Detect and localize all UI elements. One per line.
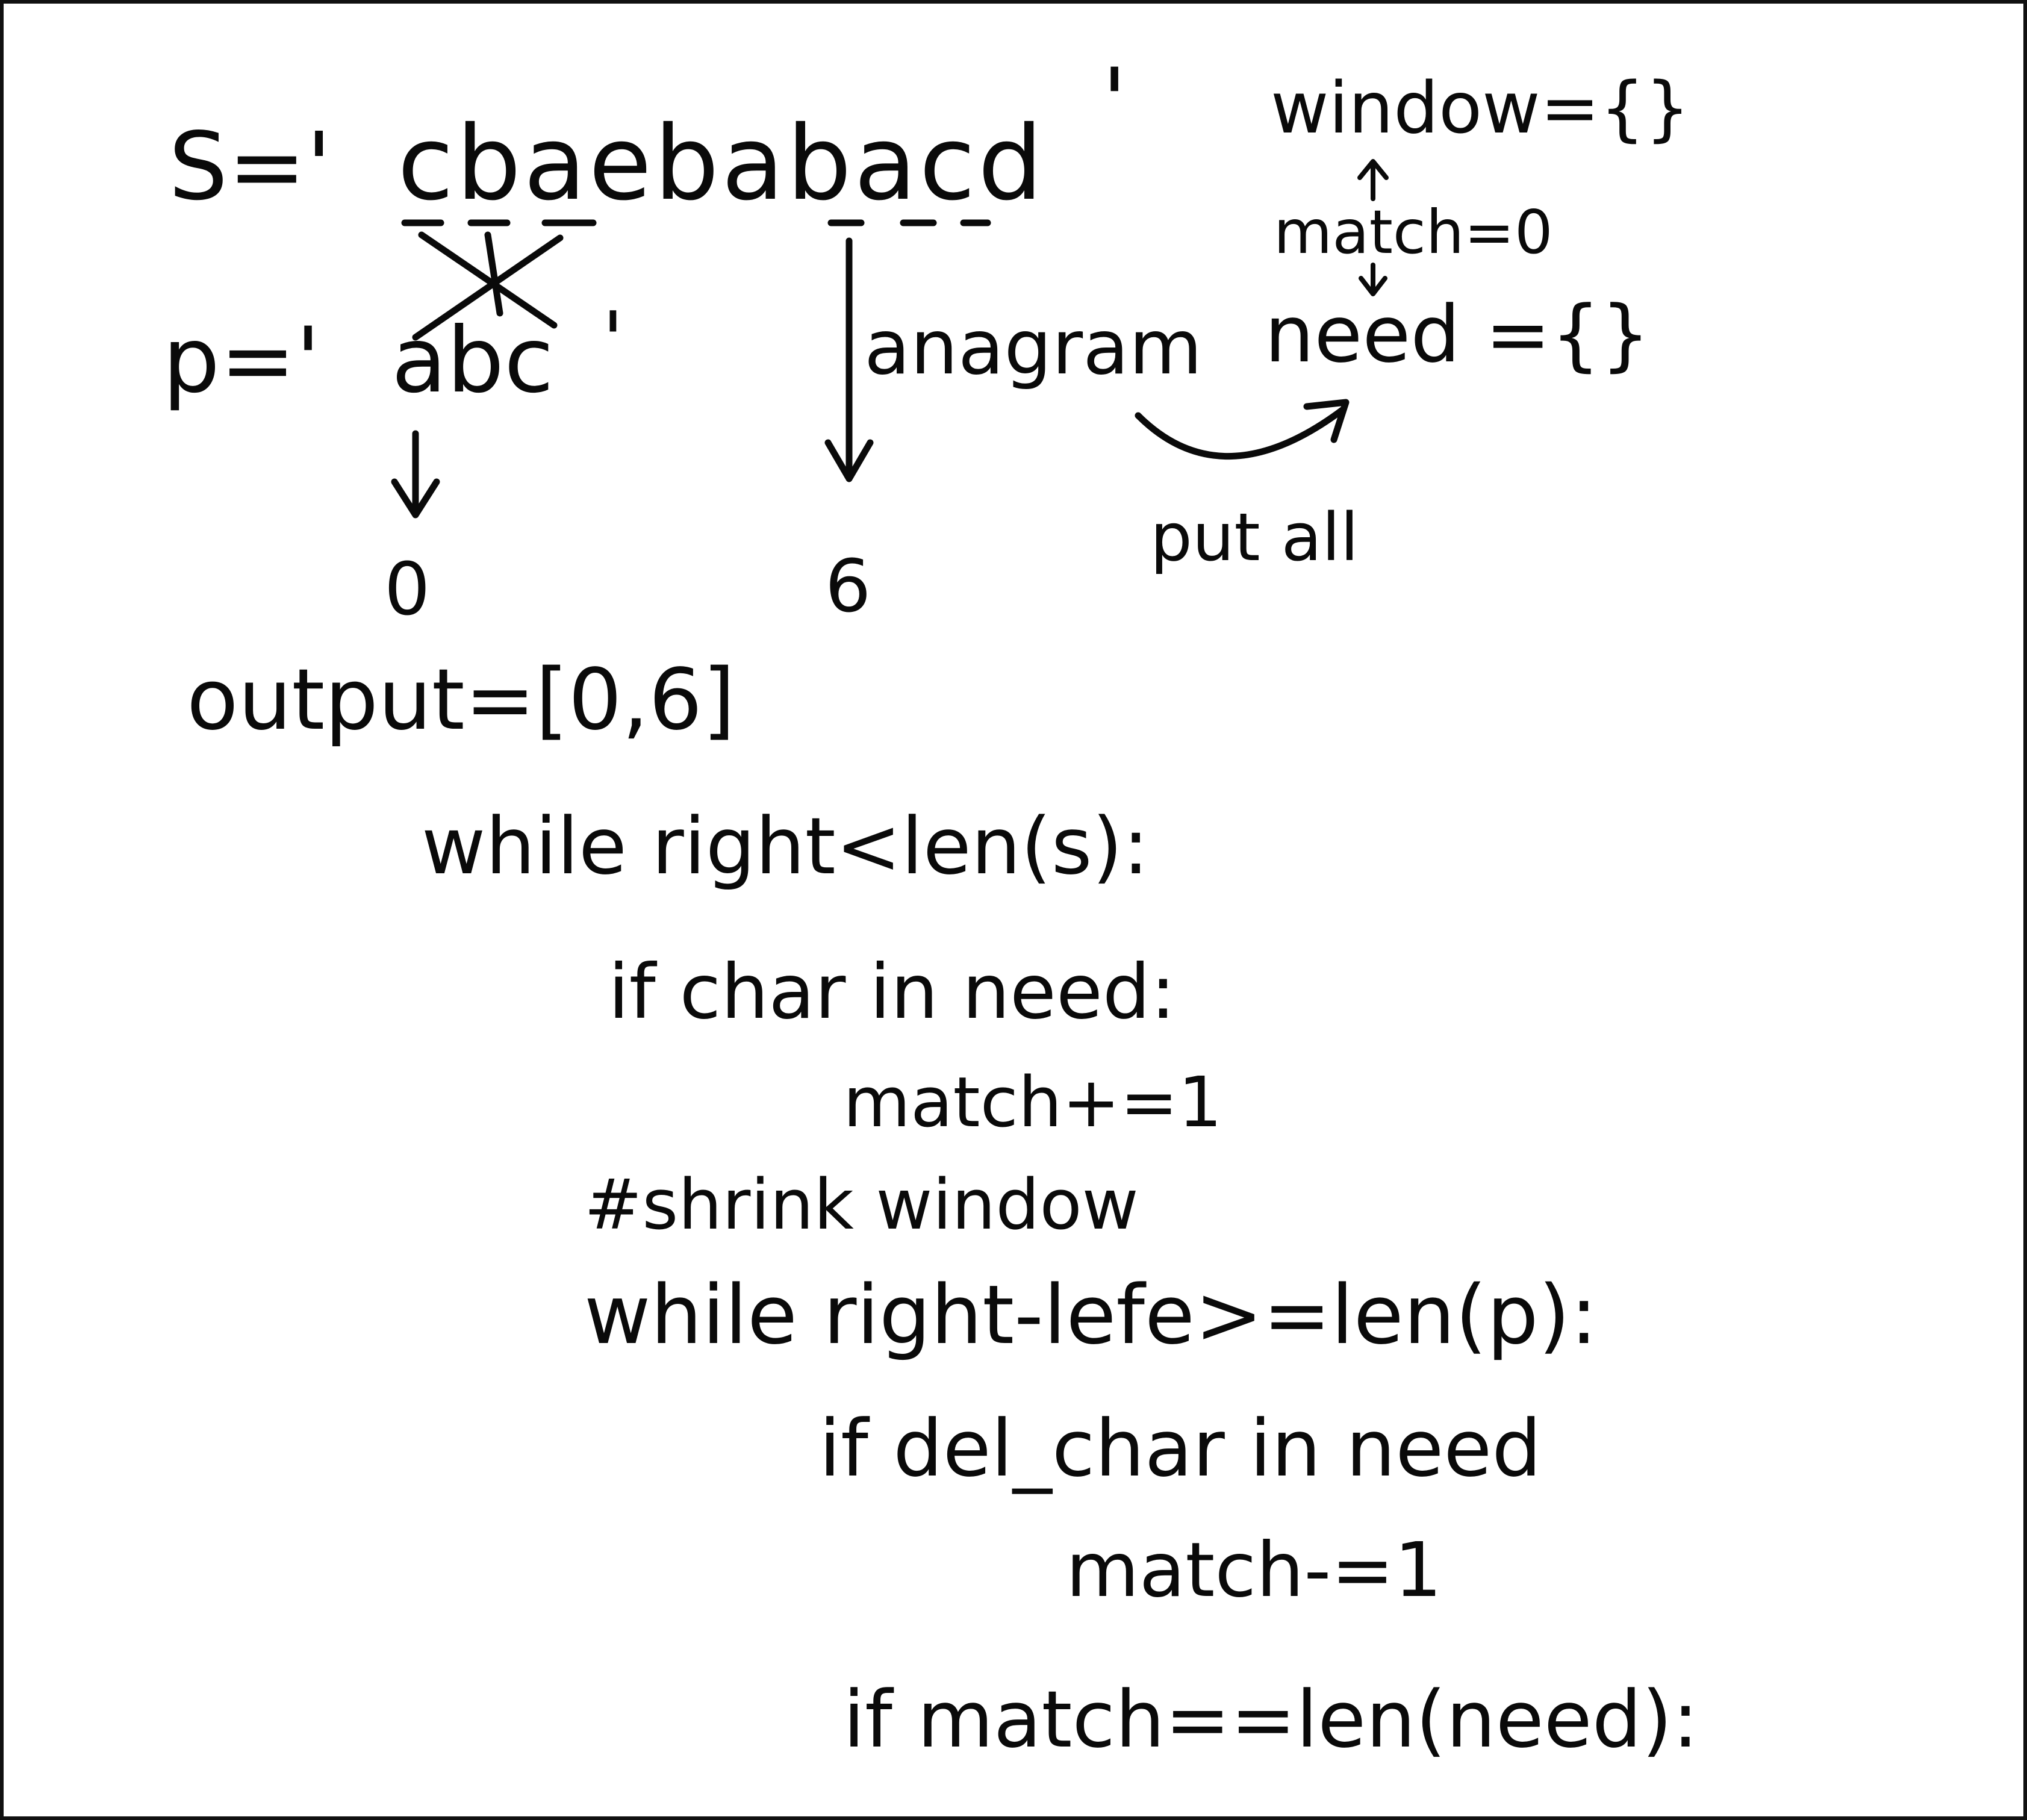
curved-arrow-icon [1135, 399, 1350, 460]
label-match: match=0 [1274, 197, 1553, 267]
p-suffix: ' [602, 295, 624, 386]
code-line-8: if match==len(need): [843, 1674, 1699, 1765]
index-first: 0 [384, 548, 430, 632]
whiteboard-page: S=' cbaebabacd ' p=' abc ' 0 anagram 6 w… [0, 0, 2027, 1820]
p-string: abc [391, 308, 554, 413]
code-line-6: if del_char in need [819, 1403, 1542, 1494]
label-window: window={} [1271, 66, 1690, 149]
code-line-1: while right<len(s): [422, 800, 1149, 892]
label-anagram: anagram [864, 304, 1203, 391]
label-put-all: put all [1150, 499, 1359, 576]
label-need: need ={} [1265, 288, 1651, 380]
code-line-5: while right-lefe>=len(p): [584, 1268, 1598, 1362]
p-prefix: p=' [163, 308, 320, 413]
s-string: cbaebabacd [397, 104, 1045, 223]
code-line-7: match-=1 [1066, 1527, 1442, 1614]
arrow-down-icon [391, 430, 440, 519]
output-line: output=[0,6] [187, 651, 735, 749]
page-border [0, 0, 2027, 1820]
code-line-2: if char in need: [608, 949, 1175, 1036]
arrow-up-icon [1357, 159, 1389, 201]
code-line-3: match+=1 [843, 1062, 1222, 1143]
s-suffix: ' [1102, 49, 1127, 154]
handwritten-notes: S=' cbaebabacd ' p=' abc ' 0 anagram 6 w… [0, 0, 2027, 1820]
index-second: 6 [825, 545, 871, 629]
s-prefix: S=' [169, 112, 332, 221]
code-line-4: #shrink window [584, 1165, 1139, 1245]
